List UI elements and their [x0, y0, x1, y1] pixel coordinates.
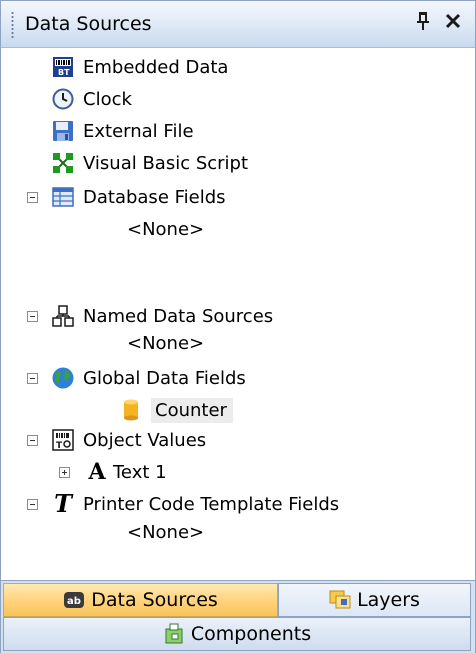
floppy-disk-icon: [51, 119, 75, 143]
tree-item-label: Visual Basic Script: [83, 152, 249, 174]
drag-grip-icon[interactable]: [11, 11, 14, 39]
data-sources-tree: BT Embedded Data Clock External File Vis…: [1, 48, 475, 578]
svg-text:T: T: [56, 441, 63, 451]
embedded-data-icon: BT: [51, 55, 75, 79]
tree-item-clock[interactable]: Clock: [51, 84, 132, 114]
tree-item-label: Counter: [151, 397, 233, 423]
layers-icon: [329, 589, 351, 611]
template-t-icon: T: [54, 489, 72, 518]
collapse-named-sources-icon[interactable]: [27, 311, 38, 322]
collapse-database-fields-icon[interactable]: [27, 192, 38, 203]
panel-tab-bar: ab Data Sources Layers Components: [1, 580, 475, 653]
tree-item-printer-code-template-fields[interactable]: T Printer Code Template Fields: [51, 489, 339, 519]
tree-item-label: Global Data Fields: [83, 367, 246, 389]
database-fields-none: <None>: [127, 219, 205, 240]
expand-text1-icon[interactable]: [59, 467, 70, 478]
tree-item-text1[interactable]: A Text 1: [85, 457, 167, 487]
globe-icon: [51, 366, 75, 390]
collapse-printer-template-icon[interactable]: [27, 499, 38, 510]
tree-item-counter[interactable]: Counter: [119, 395, 233, 425]
clock-icon: [51, 87, 75, 111]
tree-item-object-values[interactable]: T Object Values: [51, 425, 206, 455]
close-icon[interactable]: [441, 10, 465, 34]
tab-label: Data Sources: [91, 589, 218, 611]
svg-text:BT: BT: [58, 68, 70, 77]
tree-item-external-file[interactable]: External File: [51, 116, 194, 146]
tree-item-label: Database Fields: [83, 186, 226, 208]
tab-label: Components: [190, 623, 312, 645]
cylinder-icon: [119, 398, 143, 422]
tree-item-named-data-sources[interactable]: Named Data Sources: [51, 301, 273, 331]
tree-item-label: Embedded Data: [83, 56, 229, 78]
pin-icon[interactable]: [413, 11, 433, 35]
svg-text:ab: ab: [67, 596, 81, 607]
tree-item-label: Object Values: [83, 429, 207, 451]
tree-item-label: Named Data Sources: [83, 305, 274, 327]
tab-data-sources[interactable]: ab Data Sources: [3, 583, 278, 617]
panel-title: Data Sources: [25, 13, 152, 35]
tab-components[interactable]: Components: [3, 617, 471, 651]
text-a-icon: A: [88, 459, 106, 485]
components-icon: [163, 623, 185, 645]
collapse-global-fields-icon[interactable]: [27, 373, 38, 384]
script-flow-icon: [51, 151, 75, 175]
tree-item-visual-basic-script[interactable]: Visual Basic Script: [51, 148, 248, 178]
tree-item-label: Clock: [83, 88, 132, 110]
tree-item-embedded-data[interactable]: BT Embedded Data: [51, 52, 228, 82]
panel-header: Data Sources: [1, 1, 475, 48]
named-sources-icon: [51, 304, 75, 328]
database-table-icon: [51, 185, 75, 209]
data-sources-panel: Data Sources BT Embedded Data Clock Exte…: [0, 0, 476, 653]
tab-layers[interactable]: Layers: [278, 583, 471, 617]
data-sources-tab-icon: ab: [63, 589, 85, 611]
tree-item-label: Text 1: [113, 461, 167, 483]
named-sources-none: <None>: [127, 333, 205, 354]
tab-label: Layers: [357, 589, 420, 611]
tree-item-global-data-fields[interactable]: Global Data Fields: [51, 363, 246, 393]
tree-item-label: Printer Code Template Fields: [83, 493, 340, 515]
object-values-icon: T: [51, 428, 75, 452]
tree-item-database-fields[interactable]: Database Fields: [51, 182, 226, 212]
collapse-object-values-icon[interactable]: [27, 435, 38, 446]
tree-item-label: External File: [83, 120, 194, 142]
printer-template-none: <None>: [127, 522, 205, 543]
